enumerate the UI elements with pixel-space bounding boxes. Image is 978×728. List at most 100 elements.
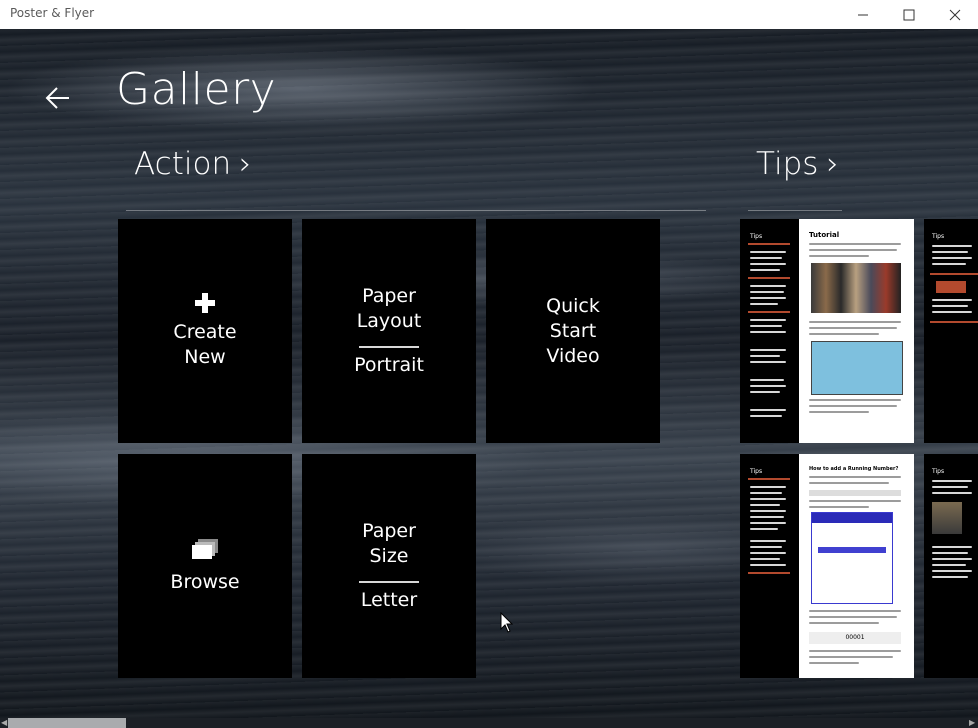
text-line xyxy=(750,285,786,287)
text-line xyxy=(750,498,786,500)
back-button[interactable] xyxy=(38,78,78,118)
text-line xyxy=(750,522,786,524)
text-line xyxy=(809,399,901,401)
minimize-button[interactable] xyxy=(840,0,886,29)
maximize-icon xyxy=(903,9,915,20)
text-line xyxy=(750,516,784,518)
text-line xyxy=(932,305,968,307)
text-line xyxy=(750,528,778,530)
text-line xyxy=(750,349,786,351)
text-line xyxy=(932,552,968,554)
text-line xyxy=(809,650,901,652)
section-header-tips[interactable]: Tips › xyxy=(756,146,839,182)
page-title: Gallery xyxy=(116,64,277,115)
paper-size-value: Letter xyxy=(360,589,418,611)
text-line xyxy=(932,480,972,482)
horizontal-scrollbar[interactable] xyxy=(0,718,978,728)
tile-label: Layout xyxy=(356,310,422,332)
mouse-cursor-icon xyxy=(500,612,514,633)
text-line xyxy=(809,327,897,329)
text-line xyxy=(809,662,859,664)
running-number-page: How to add a Running Number? 00001 xyxy=(799,454,914,678)
text-line xyxy=(750,331,786,333)
text-line xyxy=(809,476,901,478)
text-line xyxy=(809,333,879,335)
section-header-action[interactable]: Action › xyxy=(134,146,252,182)
text-line xyxy=(750,540,786,542)
tile-label: Browse xyxy=(170,570,240,593)
text-line xyxy=(750,297,786,299)
create-new-tile[interactable]: Create New xyxy=(118,219,292,443)
text-line xyxy=(809,243,901,245)
text-line xyxy=(750,303,778,305)
close-button[interactable] xyxy=(932,0,978,29)
plus-icon xyxy=(195,293,215,313)
text-line xyxy=(932,251,968,253)
browse-tile[interactable]: Browse xyxy=(118,454,292,678)
tile-label: Video xyxy=(546,344,600,367)
text-line xyxy=(750,415,782,417)
scroll-right-icon[interactable]: ▶ xyxy=(969,718,975,728)
text-line xyxy=(932,492,972,494)
poster-thumbnail-image xyxy=(932,502,962,534)
tip-heading: Tips xyxy=(932,233,945,240)
tips-card-partial[interactable]: Tips xyxy=(924,454,978,678)
accent-rule xyxy=(748,478,790,480)
text-line xyxy=(809,500,901,502)
text-line xyxy=(932,263,966,265)
text-line xyxy=(809,610,901,612)
text-line xyxy=(809,622,879,624)
text-line xyxy=(809,411,869,413)
scrollbar-thumb[interactable] xyxy=(8,718,126,728)
text-line xyxy=(750,385,786,387)
paper-layout-tile[interactable]: Paper Layout Portrait xyxy=(302,219,476,443)
maximize-button[interactable] xyxy=(886,0,932,29)
text-line xyxy=(750,257,782,259)
paper-layout-value: Portrait xyxy=(354,354,424,376)
text-line xyxy=(932,486,968,488)
tip-heading: Tips xyxy=(750,468,763,475)
text-line xyxy=(750,510,786,512)
text-line xyxy=(750,564,786,566)
tips-card-tutorial[interactable]: Tips Tutorial xyxy=(740,219,914,443)
dialog-screenshot-image xyxy=(811,512,893,604)
text-line xyxy=(750,558,780,560)
scroll-left-icon[interactable]: ◀ xyxy=(1,718,7,728)
section-divider xyxy=(126,210,706,211)
chevron-right-icon: › xyxy=(826,146,839,182)
gallery-screenshot-image xyxy=(811,263,901,313)
tip-heading: Tips xyxy=(750,233,763,240)
tile-label: New xyxy=(184,346,226,368)
tile-label: Create xyxy=(173,321,237,343)
window-titlebar: Poster & Flyer xyxy=(0,0,978,29)
text-line xyxy=(809,405,897,407)
quick-start-video-tile[interactable]: Quick Start Video xyxy=(486,219,660,443)
text-line xyxy=(750,546,782,548)
text-line xyxy=(750,319,786,321)
tip-heading: Tips xyxy=(932,468,945,475)
tips-card-partial[interactable]: Tips xyxy=(924,219,978,443)
text-line xyxy=(750,361,786,363)
text-line xyxy=(932,245,972,247)
text-line xyxy=(750,355,780,357)
text-line xyxy=(932,257,972,259)
accent-rule xyxy=(748,572,790,574)
back-arrow-icon xyxy=(45,87,69,109)
text-line xyxy=(932,299,972,301)
text-line xyxy=(932,564,966,566)
text-line xyxy=(750,391,780,393)
tips-card-running-number[interactable]: Tips How to add a Running Number? 00001 xyxy=(740,454,914,678)
running-number-heading: How to add a Running Number? xyxy=(809,466,899,472)
text-line xyxy=(750,291,784,293)
app-title: Poster & Flyer xyxy=(10,6,95,20)
paper-size-tile[interactable]: Paper Size Letter xyxy=(302,454,476,678)
toolbar-screenshot xyxy=(809,490,901,496)
people-icon xyxy=(936,281,966,293)
tutorial-heading: Tutorial xyxy=(809,231,840,239)
text-line xyxy=(932,576,968,578)
text-line xyxy=(750,251,786,253)
text-line xyxy=(750,492,782,494)
text-line xyxy=(750,325,782,327)
running-number-sample: 00001 xyxy=(809,632,901,644)
accent-rule xyxy=(748,243,790,245)
